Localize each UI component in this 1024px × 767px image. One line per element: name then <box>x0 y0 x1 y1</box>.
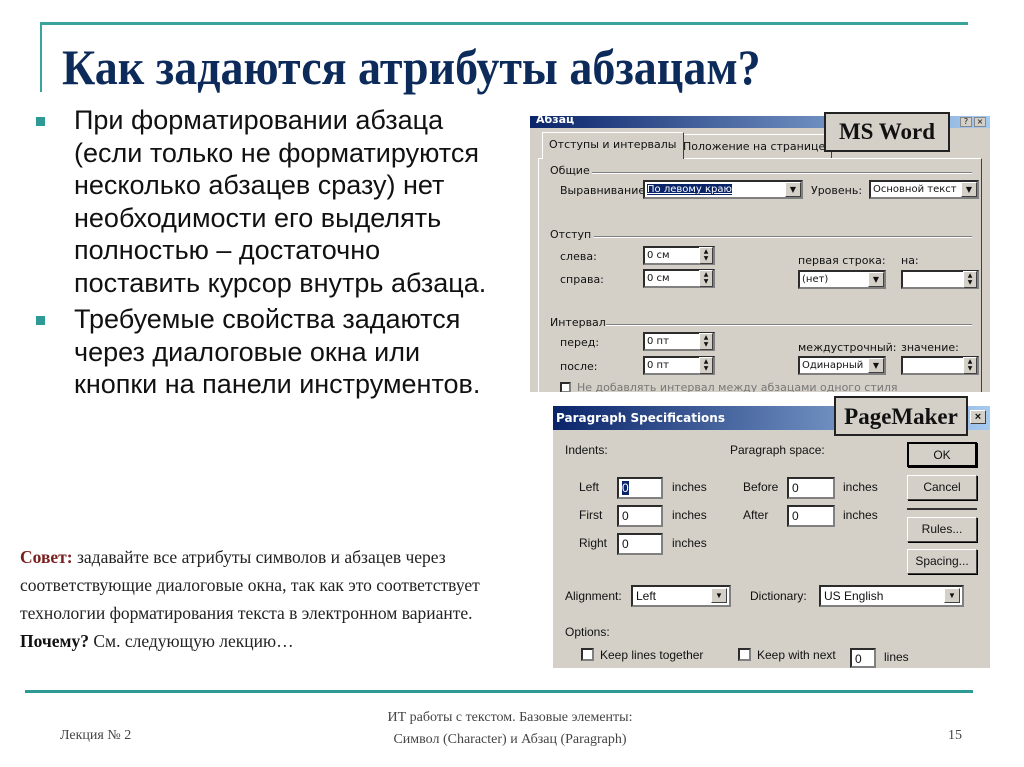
line-spacing-label: междустрочный: <box>798 341 897 354</box>
group-indent-label: Отступ <box>550 228 592 241</box>
indents-label: Indents: <box>565 443 608 457</box>
first-line-label: первая строка: <box>798 254 886 267</box>
unit-label: inches <box>672 508 707 522</box>
keep-lines-label: Keep lines together <box>600 648 704 662</box>
after-field[interactable]: 0 <box>787 505 835 527</box>
why-text: См. следующую лекцию… <box>88 631 294 651</box>
bottom-rule <box>25 690 973 693</box>
chevron-down-icon[interactable]: ▼ <box>711 588 727 603</box>
bullet-text: Требуемые свойства задаются через диалог… <box>74 304 481 399</box>
ms-word-label: MS Word <box>824 112 950 152</box>
left-label: Left <box>579 480 600 494</box>
after-label: после: <box>560 360 598 373</box>
unit-label: inches <box>672 536 707 550</box>
bullet-item: Требуемые свойства задаются через диалог… <box>36 303 506 401</box>
footer-lecture: Лекция № 2 <box>60 728 132 743</box>
keep-next-lines-field[interactable]: 0 <box>850 648 876 668</box>
top-rule <box>40 22 968 25</box>
options-label: Options: <box>565 625 610 639</box>
right-indent-label: справа: <box>560 273 604 286</box>
group-divider <box>606 324 972 326</box>
spinner-icon[interactable]: ▲ ▼ <box>699 357 713 374</box>
unit-label: inches <box>843 508 878 522</box>
left-indent-label: слева: <box>560 250 597 263</box>
no-space-checkbox[interactable] <box>560 382 571 392</box>
chevron-down-icon[interactable]: ▼ <box>944 588 960 603</box>
spinner-icon[interactable]: ▲ ▼ <box>699 247 713 264</box>
group-divider <box>594 236 972 238</box>
bullet-list: При форматировании абзаца (если только н… <box>36 104 506 405</box>
tab-indents-spacing[interactable]: Отступы и интервалы <box>542 132 684 159</box>
bullet-item: При форматировании абзаца (если только н… <box>36 104 506 299</box>
dialog-title: Абзац <box>536 116 575 126</box>
help-button[interactable]: ? <box>960 117 972 127</box>
chevron-down-icon[interactable]: ▼ <box>868 358 884 373</box>
paragraph-space-label: Paragraph space: <box>730 443 825 457</box>
close-button[interactable]: × <box>974 117 986 127</box>
alignment-label: Alignment: <box>565 589 622 603</box>
dictionary-select[interactable]: US English <box>819 585 964 607</box>
no-space-label: Не добавлять интервал между абзацами одн… <box>577 381 898 392</box>
right-label: Right <box>579 536 608 550</box>
word-paragraph-dialog: Абзац ? × Отступы и интервалы Положение … <box>530 116 990 392</box>
unit-label: inches <box>843 480 878 494</box>
why-lead: Почему? <box>20 631 89 651</box>
by-label: на: <box>901 254 919 267</box>
square-bullet-icon <box>36 316 45 325</box>
at-label: значение: <box>901 341 959 354</box>
first-label: First <box>579 508 603 522</box>
bullet-text: При форматировании абзаца (если только н… <box>74 105 487 298</box>
pagemaker-paragraph-dialog: Paragraph Specifications × Indents: Para… <box>553 406 990 668</box>
alignment-select[interactable]: По левому краю <box>643 180 803 199</box>
square-bullet-icon <box>36 117 45 126</box>
dictionary-label: Dictionary: <box>750 589 807 603</box>
spinner-icon[interactable]: ▲ ▼ <box>699 270 713 287</box>
after-label: After <box>743 508 769 522</box>
footer-topic-line1: ИТ работы с текстом. Базовые элементы: <box>387 710 633 725</box>
spacing-button[interactable]: Spacing... <box>907 549 977 574</box>
tab-page-position[interactable]: Положение на странице <box>676 134 833 158</box>
page-number: 15 <box>948 728 962 743</box>
before-label: перед: <box>560 336 600 349</box>
spinner-icon[interactable]: ▲ ▼ <box>963 357 977 374</box>
slide-title: Как задаются атрибуты абзацам? <box>62 39 761 95</box>
group-divider <box>592 172 972 174</box>
keep-next-label: Keep with next <box>757 648 836 662</box>
cancel-button[interactable]: Cancel <box>907 475 977 500</box>
ok-button[interactable]: OK <box>907 442 977 467</box>
advice-note: Совет: задавайте все атрибуты символов и… <box>20 543 530 655</box>
before-field[interactable]: 0 <box>787 477 835 499</box>
chevron-down-icon[interactable]: ▼ <box>868 272 884 287</box>
group-general-label: Общие <box>550 164 590 177</box>
level-label: Уровень: <box>811 184 863 197</box>
advice-lead: Совет: <box>20 547 73 567</box>
spinner-icon[interactable]: ▲ ▼ <box>963 271 977 288</box>
spinner-icon[interactable]: ▲ ▼ <box>699 333 713 350</box>
chevron-down-icon[interactable]: ▼ <box>961 182 977 197</box>
advice-text: задавайте все атрибуты символов и абзаце… <box>20 547 480 623</box>
footer-topic-line2: Символ (Character) и Абзац (Paragraph) <box>393 732 627 747</box>
right-field[interactable]: 0 <box>617 533 663 555</box>
keep-lines-checkbox[interactable] <box>581 648 594 661</box>
group-spacing-label: Интервал <box>550 316 606 329</box>
footer-topic: ИТ работы с текстом. Базовые элементы: С… <box>330 707 690 751</box>
first-field[interactable]: 0 <box>617 505 663 527</box>
keep-next-checkbox[interactable] <box>738 648 751 661</box>
lines-label: lines <box>884 650 909 664</box>
unit-label: inches <box>672 480 707 494</box>
close-icon[interactable]: × <box>970 410 986 424</box>
left-field[interactable]: 0 <box>617 477 663 499</box>
alignment-label: Выравнивание: <box>560 184 649 197</box>
button-separator <box>907 508 977 510</box>
rules-button[interactable]: Rules... <box>907 517 977 542</box>
left-rule <box>40 22 42 92</box>
pagemaker-label: PageMaker <box>834 396 968 436</box>
before-label: Before <box>743 480 779 494</box>
dialog-title: Paragraph Specifications <box>556 411 725 425</box>
chevron-down-icon[interactable]: ▼ <box>785 182 801 197</box>
